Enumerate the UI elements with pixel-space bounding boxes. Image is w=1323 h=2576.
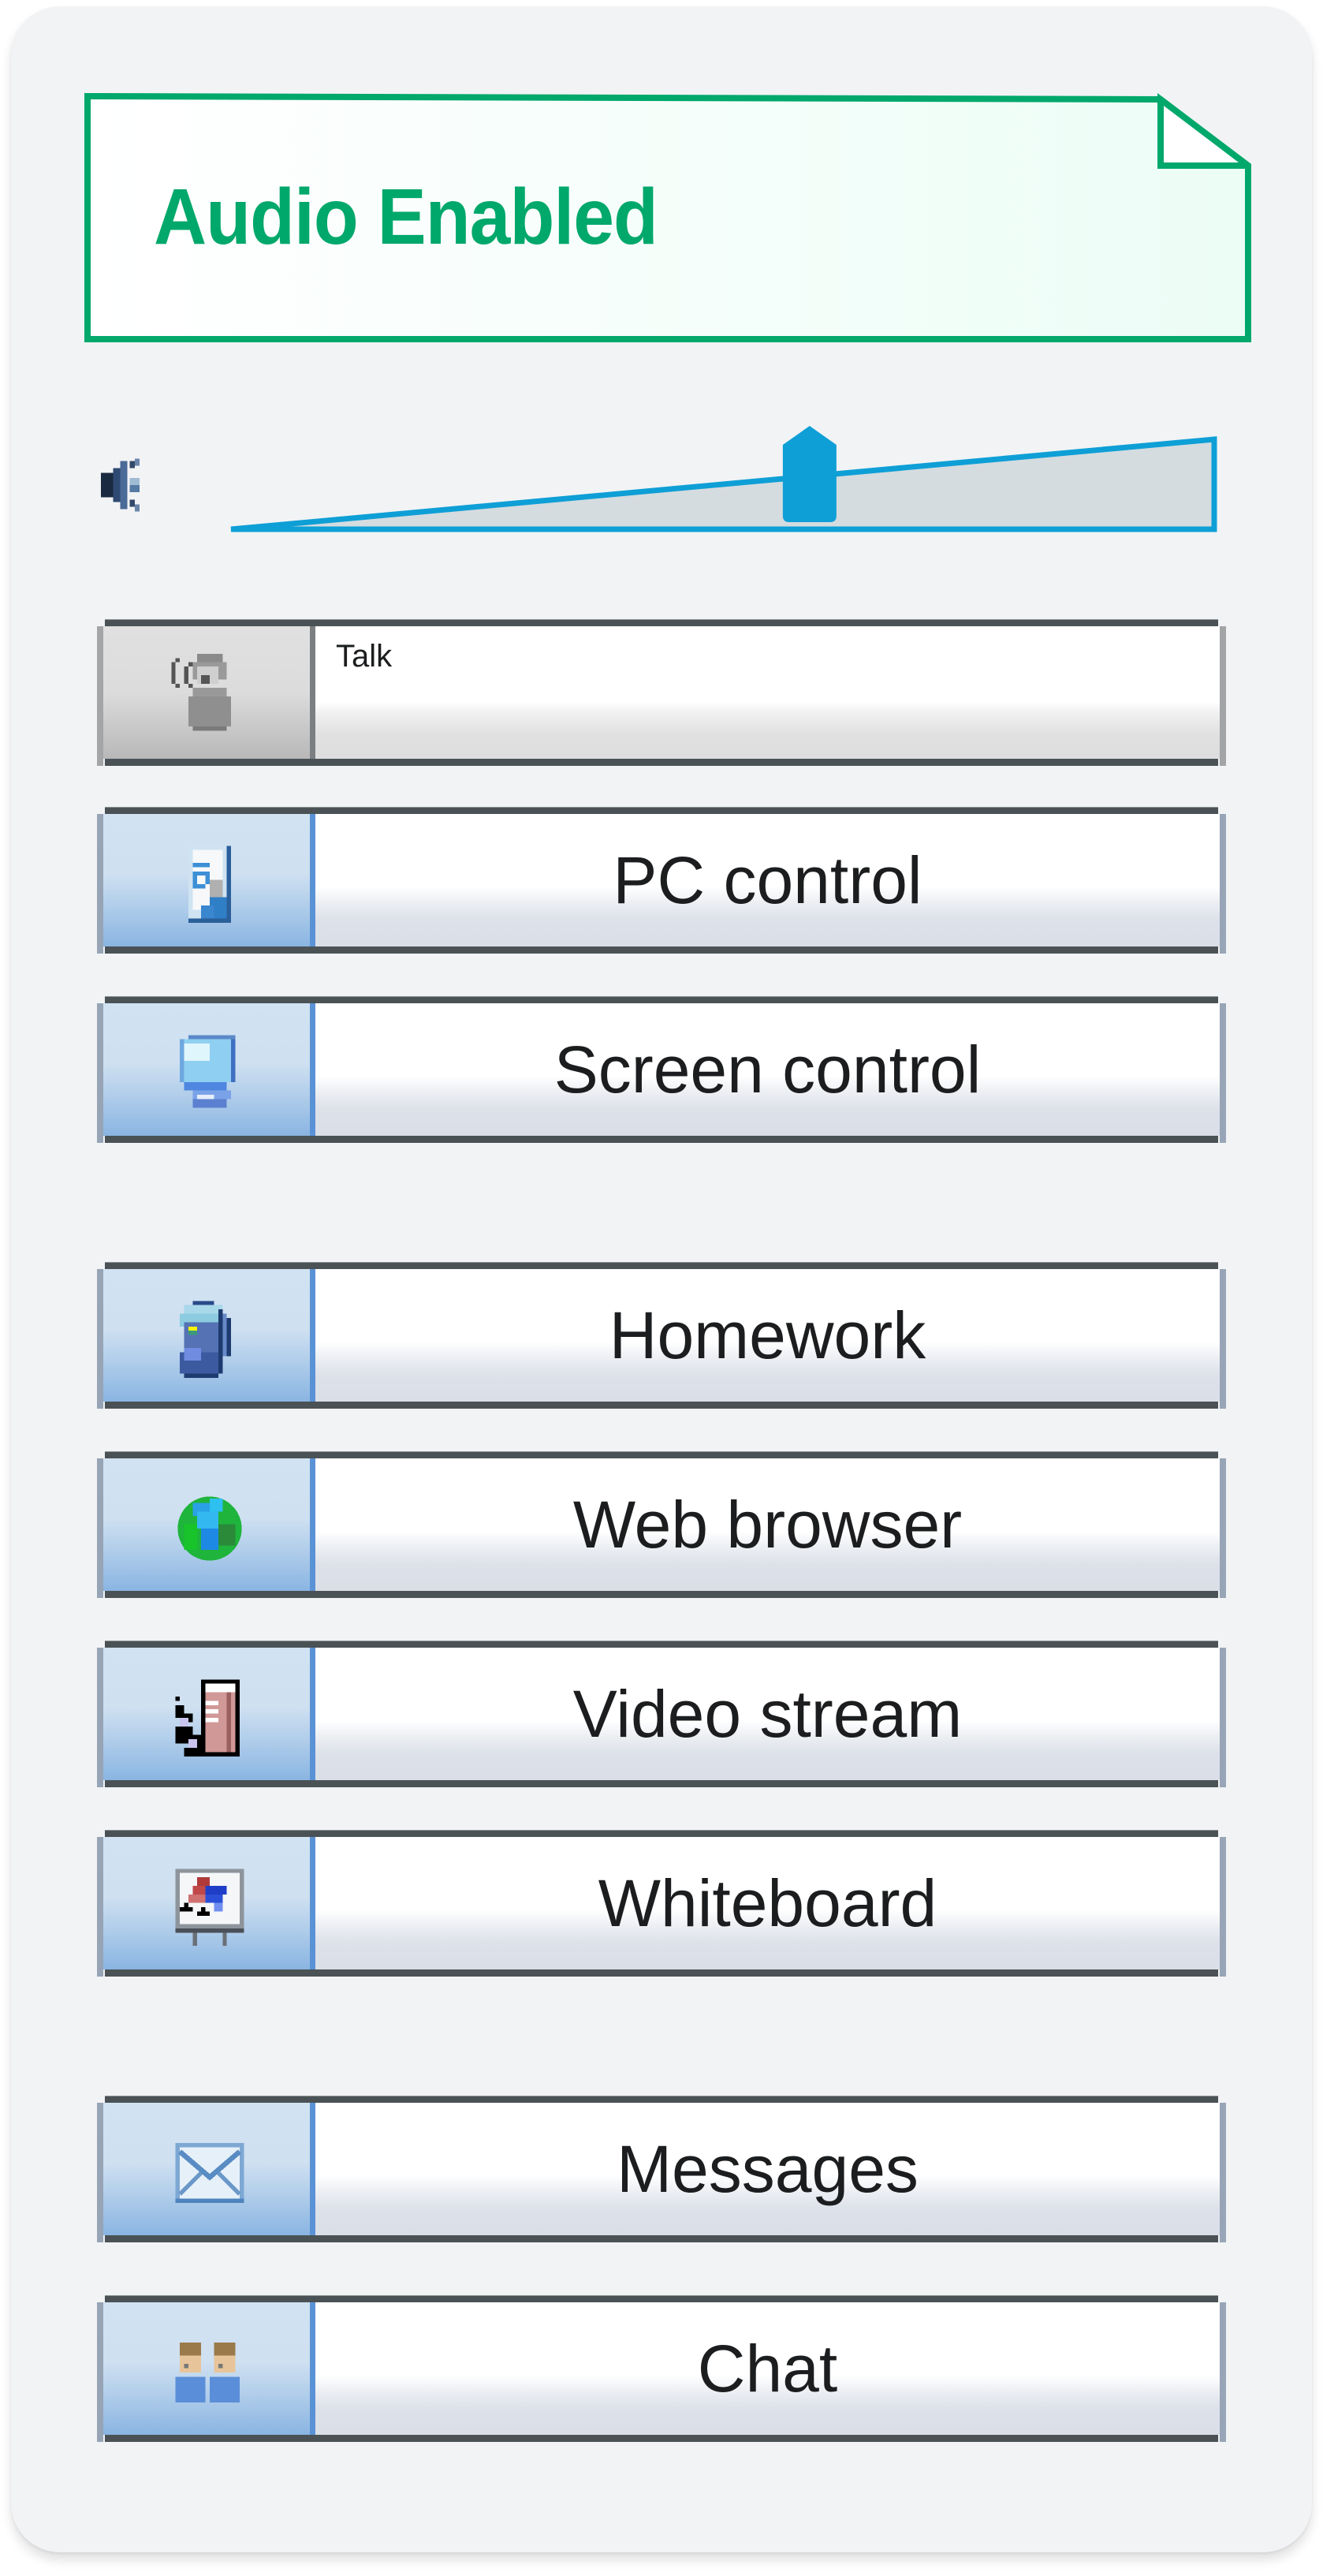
chat-label: Chat <box>697 2331 838 2406</box>
button-icon-area[interactable] <box>103 1003 310 1136</box>
whiteboard-icon <box>158 1856 261 1958</box>
messages-label: Messages <box>617 2131 919 2206</box>
button-bottom-border <box>105 2435 1218 2442</box>
button-right-border <box>1220 814 1226 954</box>
button-separator <box>310 1648 315 1787</box>
homework-button[interactable]: Homework <box>97 1262 1226 1409</box>
volume-ramp[interactable] <box>230 436 1217 532</box>
button-left-border <box>97 2103 103 2242</box>
button-right-border <box>1220 1269 1226 1409</box>
button-bottom-border <box>105 1591 1218 1598</box>
button-label-area[interactable]: PC control <box>315 814 1220 946</box>
button-label-area[interactable]: Messages <box>315 2103 1220 2235</box>
talk-label: Talk <box>336 639 393 674</box>
button-right-border <box>1220 2302 1226 2442</box>
button-left-border <box>97 1648 103 1787</box>
button-left-border <box>97 2302 103 2442</box>
button-icon-area[interactable] <box>103 1648 310 1780</box>
button-separator <box>310 2302 315 2442</box>
backpack-icon <box>158 1288 261 1391</box>
homework-label: Homework <box>609 1297 926 1372</box>
button-bottom-border <box>105 946 1218 954</box>
button-icon-area[interactable] <box>103 1458 310 1591</box>
pc-control-button[interactable]: PC control <box>97 807 1226 954</box>
button-icon-area[interactable] <box>103 1837 310 1969</box>
button-bottom-border <box>105 1969 1218 1977</box>
monitor-icon <box>158 1022 261 1125</box>
button-separator <box>310 814 315 954</box>
button-bottom-border <box>105 1780 1218 1787</box>
button-icon-area[interactable] <box>103 2103 310 2235</box>
volume-slider-thumb[interactable] <box>782 426 837 522</box>
whiteboard-label: Whiteboard <box>598 1865 937 1940</box>
button-right-border <box>1220 1648 1226 1787</box>
button-separator <box>310 2103 315 2242</box>
whiteboard-button[interactable]: Whiteboard <box>97 1830 1226 1977</box>
button-right-border <box>1220 1837 1226 1977</box>
button-label-area[interactable]: Whiteboard <box>315 1837 1220 1969</box>
document-icon <box>158 833 261 935</box>
button-right-border <box>1220 1458 1226 1598</box>
button-left-border <box>97 814 103 954</box>
chat-button[interactable]: Chat <box>97 2295 1226 2442</box>
button-separator <box>310 1837 315 1977</box>
button-separator <box>310 1458 315 1598</box>
button-bottom-border <box>105 2235 1218 2242</box>
button-right-border <box>1220 1003 1226 1143</box>
button-left-border <box>97 1837 103 1977</box>
audio-status-title: Audio Enabled <box>154 173 658 261</box>
speaker-icon[interactable] <box>101 454 183 517</box>
video-stream-label: Video stream <box>572 1676 963 1751</box>
globe-icon <box>158 1477 261 1580</box>
screen-control-button[interactable]: Screen control <box>97 996 1226 1143</box>
button-right-border <box>1220 2103 1226 2242</box>
button-label-area[interactable]: Talk <box>315 626 1220 759</box>
button-separator <box>310 1003 315 1143</box>
button-left-border <box>97 1003 103 1143</box>
button-bottom-border <box>105 1402 1218 1409</box>
screen-control-label: Screen control <box>553 1032 982 1107</box>
button-separator <box>310 1269 315 1409</box>
button-icon-area[interactable] <box>103 814 310 946</box>
video-stream-button[interactable]: Video stream <box>97 1641 1226 1787</box>
audio-status-banner: Audio Enabled <box>84 93 1251 342</box>
button-separator <box>310 626 315 766</box>
button-label-area[interactable]: Web browser <box>315 1458 1220 1591</box>
button-right-border <box>1220 626 1226 766</box>
button-icon-area[interactable] <box>103 626 310 759</box>
button-left-border <box>97 626 103 766</box>
talk-button[interactable]: Talk <box>97 619 1226 766</box>
button-icon-area[interactable] <box>103 1269 310 1402</box>
pc-control-label: PC control <box>613 842 922 917</box>
button-bottom-border <box>105 759 1218 766</box>
video-stream-icon <box>158 1667 261 1769</box>
users-icon <box>158 2321 261 2424</box>
button-label-area[interactable]: Screen control <box>315 1003 1220 1136</box>
talk-person-icon <box>158 645 261 748</box>
button-label-area[interactable]: Homework <box>315 1269 1220 1402</box>
web-browser-label: Web browser <box>572 1487 963 1562</box>
button-left-border <box>97 1458 103 1598</box>
messages-button[interactable]: Messages <box>97 2096 1226 2242</box>
button-bottom-border <box>105 1136 1218 1143</box>
volume-slider[interactable] <box>226 418 1220 536</box>
button-label-area[interactable]: Video stream <box>315 1648 1220 1780</box>
button-icon-area[interactable] <box>103 2302 310 2435</box>
web-browser-button[interactable]: Web browser <box>97 1451 1226 1598</box>
envelope-icon <box>158 2122 261 2224</box>
button-label-area[interactable]: Chat <box>315 2302 1220 2435</box>
button-left-border <box>97 1269 103 1409</box>
